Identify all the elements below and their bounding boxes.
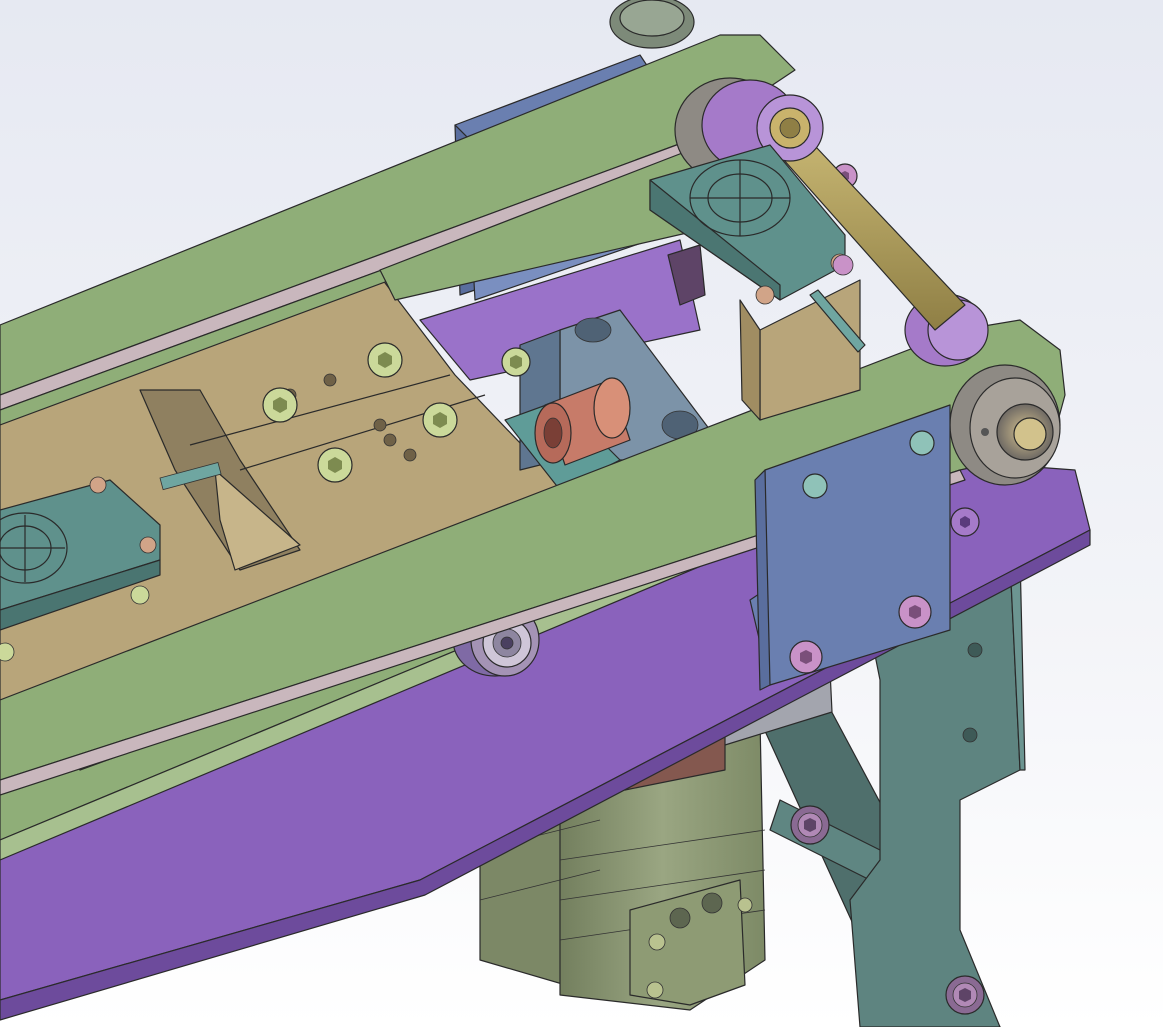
stand-hole-icon bbox=[967, 642, 983, 658]
crosshair-target-icon bbox=[689, 159, 791, 237]
belt-conveyor-assembly-model bbox=[0, 0, 1163, 1027]
hex-socket-screw-icon bbox=[367, 342, 403, 378]
hex-socket-screw-icon bbox=[950, 507, 980, 537]
timing-gear-top bbox=[609, 0, 695, 49]
hex-socket-screw-icon bbox=[501, 347, 531, 377]
hex-socket-screw-icon bbox=[790, 805, 830, 845]
hex-socket-screw-icon bbox=[317, 447, 353, 483]
drive-pulley[interactable] bbox=[949, 364, 1061, 486]
hex-socket-screw-icon bbox=[789, 640, 823, 674]
stand-hole-icon bbox=[962, 727, 978, 743]
hex-socket-screw-icon bbox=[422, 402, 458, 438]
hex-socket-screw-icon bbox=[945, 975, 985, 1015]
cad-3d-viewport[interactable] bbox=[0, 0, 1163, 1027]
hex-socket-screw-icon bbox=[898, 595, 932, 629]
hex-socket-screw-icon bbox=[262, 387, 298, 423]
hex-socket-screw-icon bbox=[832, 254, 854, 276]
